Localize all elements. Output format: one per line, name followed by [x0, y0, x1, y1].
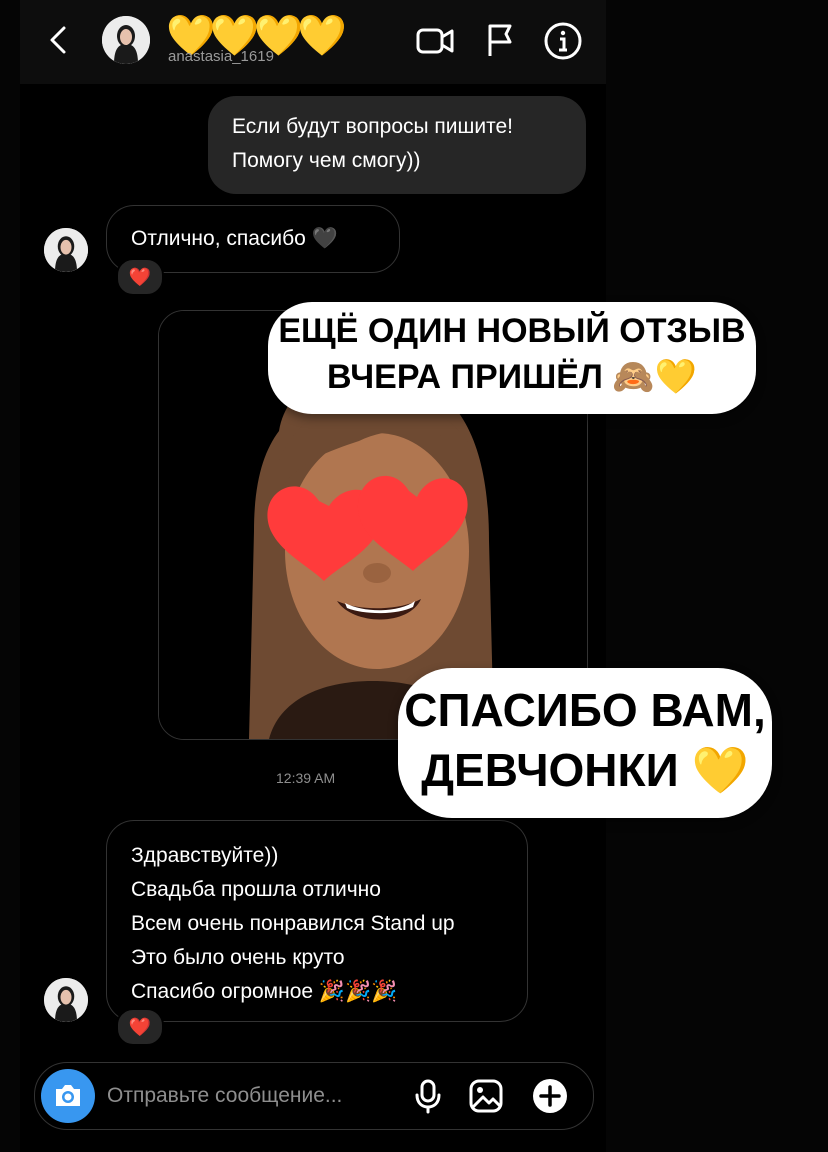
heart-reaction[interactable]: ❤️ [116, 1008, 164, 1046]
message-text: Отлично, спасибо 🖤 [131, 227, 338, 250]
gallery-icon[interactable] [467, 1077, 505, 1115]
message-bubble-incoming[interactable]: Здравствуйте)) Свадьба прошла отлично Вс… [106, 820, 528, 1022]
heart-icon: ❤️ [128, 1016, 152, 1038]
microphone-icon[interactable] [409, 1077, 447, 1115]
flag-icon[interactable] [480, 20, 522, 62]
story-text-sticker-bottom: СПАСИБО ВАМ, ДЕВЧОНКИ 💛 [398, 668, 772, 818]
message-text: Здравствуйте)) [131, 844, 279, 867]
info-icon[interactable] [542, 20, 584, 62]
sticker-text: ЕЩЁ ОДИН НОВЫЙ ОТЗЫВ [278, 312, 746, 350]
message-input[interactable] [107, 1081, 407, 1111]
username[interactable]: anastasia_1619 [168, 48, 274, 65]
message-text: Свадьба прошла отлично [131, 878, 381, 901]
add-plus-icon[interactable] [531, 1077, 569, 1115]
sticker-text: СПАСИБО ВАМ, [404, 684, 766, 736]
video-call-icon[interactable] [414, 20, 456, 62]
story-text-sticker-top: ЕЩЁ ОДИН НОВЫЙ ОТЗЫВ ВЧЕРА ПРИШЁЛ 🙈💛 [268, 302, 756, 414]
message-text: Спасибо огромное 🎉🎉🎉 [131, 980, 398, 1003]
message-composer [34, 1062, 594, 1130]
sticker-text: ВЧЕРА ПРИШЁЛ 🙈💛 [327, 358, 697, 396]
camera-button[interactable] [41, 1069, 95, 1123]
message-text: Помогу чем смогу)) [232, 149, 421, 172]
camera-icon [56, 1085, 80, 1106]
message-timestamp: 12:39 AM [276, 770, 336, 786]
heart-icon: ❤️ [128, 266, 152, 288]
message-text: Это было очень круто [131, 946, 345, 969]
message-bubble-outgoing[interactable]: Если будут вопросы пишите! Помогу чем см… [208, 96, 586, 194]
message-text: Если будут вопросы пишите! [232, 115, 513, 138]
message-text: Всем очень понравился Stand up [131, 912, 455, 935]
back-chevron-icon[interactable] [44, 22, 74, 58]
sticker-text: ДЕВЧОНКИ 💛 [421, 744, 749, 796]
avatar[interactable] [102, 16, 150, 64]
sender-avatar[interactable] [44, 978, 88, 1022]
heart-reaction[interactable]: ❤️ [116, 258, 164, 296]
sender-avatar[interactable] [44, 228, 88, 272]
